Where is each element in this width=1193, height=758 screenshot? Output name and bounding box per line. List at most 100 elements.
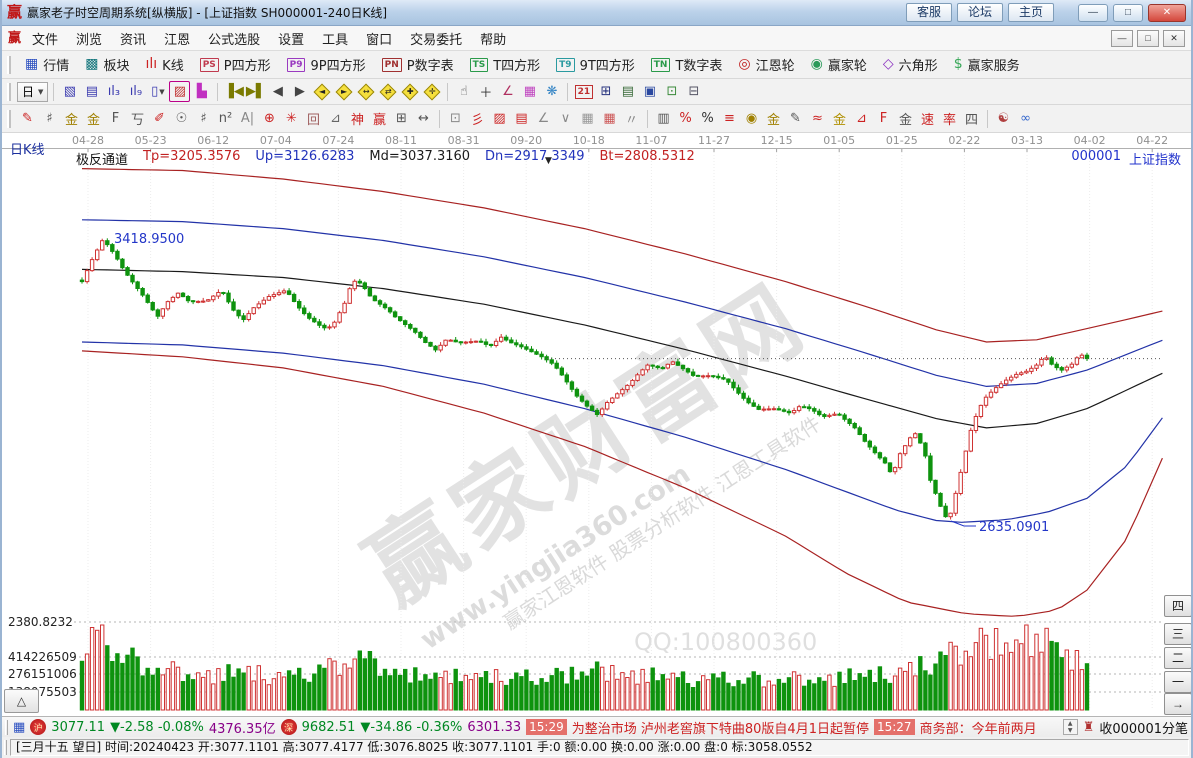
ying-tool-button[interactable]: 赢 [369, 108, 390, 129]
gold-circle-tool-button[interactable]: ◉ [741, 108, 762, 129]
ruler-pencil-tool-button[interactable]: ✐ [149, 108, 170, 129]
cycle-brain-button[interactable]: ❋ [541, 81, 562, 102]
hexagon-button[interactable]: ◇ 六角形 [876, 53, 945, 76]
menu-item-8[interactable]: 交易委托 [401, 27, 471, 50]
gann-grid-tool-button[interactable]: ♯ [39, 108, 60, 129]
mdi-close-button[interactable]: ✕ [1163, 29, 1185, 47]
candle-style-button[interactable]: ▯ ▼ [147, 81, 168, 102]
span-measure-tool-button[interactable]: ↔ [413, 108, 434, 129]
save-button[interactable]: ▣ [639, 81, 660, 102]
line-box-tool-button[interactable]: ▤ [511, 108, 532, 129]
gold-box-tool-button[interactable]: 金 [829, 108, 850, 129]
gold-line-tool-button[interactable]: 金 [61, 108, 82, 129]
indicator-dropdown-caret-icon[interactable]: ▼ [545, 156, 552, 166]
menu-item-4[interactable]: 公式选股 [199, 27, 269, 50]
red-grid-tool-button[interactable]: ▦ [599, 108, 620, 129]
gann-wheel-button[interactable]: ◎ 江恩轮 [731, 53, 801, 76]
rate-line-tool-button[interactable]: 率 [939, 108, 960, 129]
expand-h-button[interactable]: ↔ [355, 81, 376, 102]
scale-tool-button[interactable]: ▥ [653, 108, 674, 129]
mdi-restore-button[interactable]: □ [1137, 29, 1159, 47]
menu-item-3[interactable]: 江恩 [155, 27, 199, 50]
zoom-out-button[interactable]: ✚ [399, 81, 420, 102]
fan-box-tool-button[interactable]: ▨ [489, 108, 510, 129]
nine-t-square-button[interactable]: T9 9T四方形 [549, 53, 642, 76]
minimize-button[interactable]: — [1078, 3, 1108, 22]
yinyang-button[interactable]: ☯ [993, 108, 1014, 129]
news-scroll-spinner[interactable]: ▲ ▼ [1062, 719, 1078, 735]
sh-index-value[interactable]: 3077.11 [51, 720, 105, 735]
pane-grid-tool-button[interactable]: ⊡ [445, 108, 466, 129]
share-button[interactable]: ⊡ [661, 81, 682, 102]
burst-tool-button[interactable]: ✳ [281, 108, 302, 129]
workstation-button[interactable]: ⊟ [683, 81, 704, 102]
sz-index-value[interactable]: 9682.51 [302, 720, 356, 735]
menu-item-9[interactable]: 帮助 [471, 27, 515, 50]
spiral-tool-button[interactable]: 丂 [127, 108, 148, 129]
volume-expand-button[interactable]: △ [4, 689, 39, 713]
calendar-button[interactable]: 21 [573, 81, 594, 102]
ray-fan-tool-button[interactable]: 彡 [467, 108, 488, 129]
angle-gauge-button[interactable]: ∠ [497, 81, 518, 102]
kline-button[interactable]: ılı K线 [139, 53, 191, 76]
zoom-in-button[interactable]: ✛ [421, 81, 442, 102]
pane-3-button[interactable]: 三 [1164, 623, 1191, 645]
kline-active-button[interactable]: ▨ [169, 81, 191, 102]
bars9-button[interactable]: ıl₉ [125, 81, 146, 102]
news-headline-1[interactable]: 为整治市场 泸州老窖旗下特曲80版自4月1日起暂停 [572, 718, 869, 737]
report-button[interactable]: ▤ [81, 81, 102, 102]
magenta-grid-button[interactable]: ▦ [519, 81, 540, 102]
menu-item-1[interactable]: 浏览 [67, 27, 111, 50]
dot-grid-tool-button[interactable]: ▦ [577, 108, 598, 129]
f-line-tool-button[interactable]: F [105, 108, 126, 129]
zigzag-chart-button[interactable]: ▧ [59, 81, 80, 102]
calculator-button[interactable]: ⊞ [595, 81, 616, 102]
pan-left-button[interactable]: ◄ [311, 81, 332, 102]
crosshair-button[interactable]: ＋ [475, 81, 496, 102]
mirror-tool-button[interactable]: A| [237, 108, 258, 129]
mdi-minimize-button[interactable]: — [1111, 29, 1133, 47]
menu-item-6[interactable]: 工具 [313, 27, 357, 50]
circle-cycle-tool-button[interactable]: ☉ [171, 108, 192, 129]
spinner-down-icon[interactable]: ▼ [1064, 727, 1077, 734]
pane-arrow-button[interactable]: → [1164, 693, 1191, 715]
last-page-button[interactable]: ▶▌ [245, 81, 266, 102]
gold-angle-tool-button[interactable]: 金 [895, 108, 916, 129]
close-button[interactable]: ✕ [1148, 3, 1186, 22]
angle-up-tool-button[interactable]: ⊿ [851, 108, 872, 129]
homepage-button[interactable]: 主页 [1007, 3, 1054, 22]
spiral-square-tool-button[interactable]: 回 [303, 108, 324, 129]
spinner-up-icon[interactable]: ▲ [1064, 720, 1077, 727]
t-number-table-button[interactable]: TN T数字表 [644, 53, 730, 76]
pane-1-button[interactable]: 一 [1164, 671, 1191, 693]
gold-level-tool-button[interactable]: 金 [763, 108, 784, 129]
quotes-grid-icon[interactable]: ▦ [13, 720, 25, 735]
pane-2-button[interactable]: 二 [1164, 647, 1191, 669]
hand-tool-button[interactable]: ☝ [453, 81, 474, 102]
color-histogram-button[interactable]: ▙ [191, 81, 212, 102]
menu-item-5[interactable]: 设置 [269, 27, 313, 50]
kline-chart-canvas[interactable]: 3418.9500 2635.0901 2380.8232 414226509 2761… [2, 133, 1191, 716]
t-square-button[interactable]: TS T四方形 [463, 53, 548, 76]
nine-p-square-button[interactable]: P9 9P四方形 [280, 53, 373, 76]
percent-retrace-tool-button[interactable]: % [675, 108, 696, 129]
percent-lines-tool-button[interactable]: ≡ [719, 108, 740, 129]
memo-button[interactable]: ▤ [617, 81, 638, 102]
v-line-tool-button[interactable]: ∨ [555, 108, 576, 129]
bars3-button[interactable]: ıl₃ [103, 81, 124, 102]
wave-tool-button[interactable]: ≈ [807, 108, 828, 129]
menu-item-2[interactable]: 资讯 [111, 27, 155, 50]
customer-service-button[interactable]: 客服 [905, 3, 952, 22]
gold-section-tool-button[interactable]: 金 [83, 108, 104, 129]
brush-tool-button[interactable]: ✎ [17, 108, 38, 129]
compress-h-button[interactable]: ⇄ [377, 81, 398, 102]
next-bar-button[interactable]: ▶ [289, 81, 310, 102]
angle-line-tool-button[interactable]: ∠ [533, 108, 554, 129]
annotate-tool-button[interactable]: ✎ [785, 108, 806, 129]
number-grid-tool-button[interactable]: ⊞ [391, 108, 412, 129]
f-angle-tool-button[interactable]: F [873, 108, 894, 129]
pane-4-button[interactable]: 四 [1164, 595, 1191, 617]
quotes-button[interactable]: ▦ 行情 [18, 53, 76, 76]
menu-item-0[interactable]: 文件 [23, 27, 67, 50]
news-headline-2[interactable]: 商务部：今年前两月 [920, 718, 1058, 737]
